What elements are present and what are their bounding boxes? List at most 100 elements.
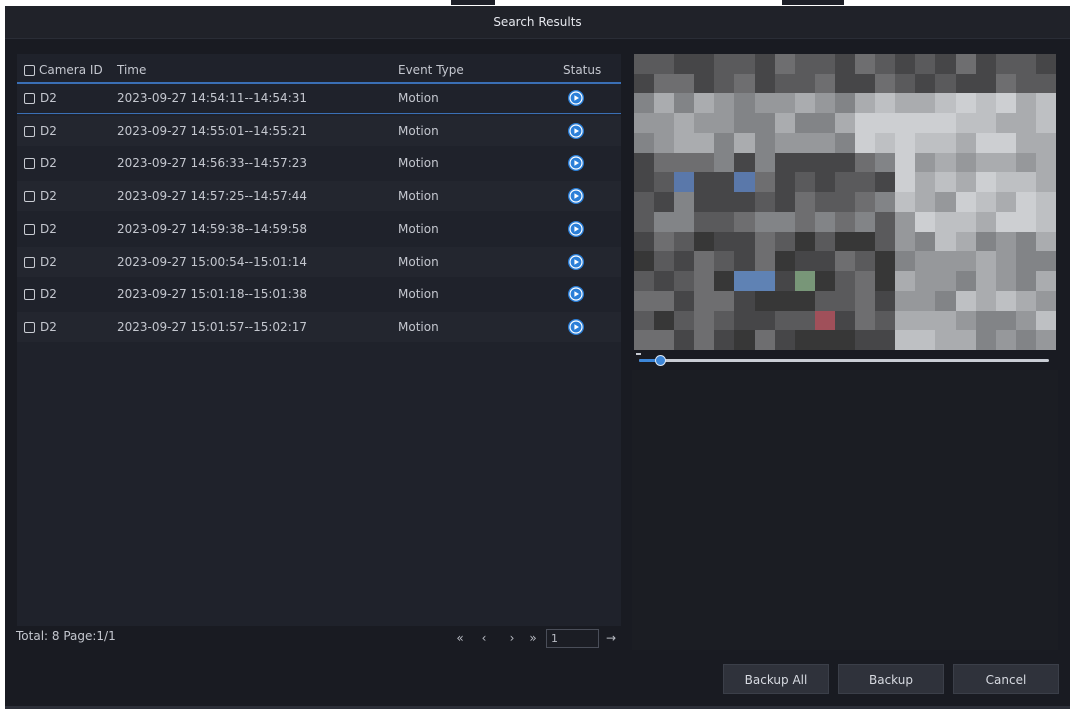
preview-pixel [995,310,1017,331]
row-checkbox[interactable] [24,256,35,268]
preview-pixel [875,330,896,350]
preview-pixel [714,132,736,154]
preview-pixel [935,152,957,173]
row-checkbox[interactable] [24,93,35,104]
preview-pixel [634,132,655,154]
select-all-checkbox[interactable] [24,65,35,76]
preview-pixel [734,172,756,193]
preview-pixel [935,330,957,350]
table-row[interactable]: D2 2023-09-27 14:57:25--14:57:44 Motion [17,181,621,212]
row-checkbox[interactable] [24,223,35,235]
preview-pixel [834,231,856,252]
preview-pixel [714,271,736,292]
play-icon[interactable] [568,220,584,237]
preview-pixel [895,73,916,95]
play-icon[interactable] [568,253,584,270]
preview-pixel [955,73,977,95]
preview-pixel [794,211,816,233]
preview-pixel [794,113,816,134]
background-tab [782,0,844,5]
preview-pixel [734,290,756,312]
preview-pixel [1035,73,1056,95]
preview-pixel [734,211,756,233]
header-status: Status [563,63,602,77]
background-tab [451,0,495,5]
backup-button[interactable]: Backup [838,664,944,694]
playback-slider-handle[interactable] [654,355,666,366]
preview-pixel [855,290,876,312]
preview-pixel [654,54,675,75]
play-icon[interactable] [568,122,584,139]
preview-pixel [734,113,756,134]
preview-pixel [814,251,836,272]
preview-pixel [975,73,997,95]
preview-pixel [674,93,695,114]
preview-pixel [814,211,836,233]
preview-pixel [794,54,816,75]
preview-pixel [674,132,695,154]
preview-pixel [694,211,715,233]
timeline-start-tick [636,353,641,355]
table-row[interactable]: D2 2023-09-27 15:00:54--15:01:14 Motion [17,246,621,277]
row-checkbox[interactable] [24,321,35,333]
preview-pixel [935,310,957,331]
table-row[interactable]: D2 2023-09-27 15:01:18--15:01:38 Motion [17,279,621,309]
preview-pixel [774,330,796,350]
preview-pixel [634,231,655,252]
preview-pixel [654,172,675,193]
table-row[interactable]: D2 2023-09-27 14:54:11--14:54:31 Motion [17,83,621,114]
pager-summary: Total: 8 Page:1/1 [16,629,116,643]
preview-pixel [915,290,937,312]
preview-pixel [1035,172,1056,193]
cell-time: 2023-09-27 15:01:18--15:01:38 [117,287,308,302]
play-icon[interactable] [568,286,584,303]
table-row[interactable]: D2 2023-09-27 15:01:57--15:02:17 Motion [17,311,621,342]
preview-pixel [875,231,896,252]
preview-pixel [895,271,916,292]
preview-pixel [915,132,937,154]
preview-pixel [634,54,655,75]
preview-pixel [875,93,896,114]
row-checkbox[interactable] [24,125,35,137]
play-icon[interactable] [568,188,584,205]
preview-pixel [794,310,816,331]
preview-pixel [935,132,957,154]
preview-pixel [654,271,675,292]
preview-pixel [794,251,816,272]
row-checkbox[interactable] [24,158,35,170]
play-icon[interactable] [568,155,584,172]
preview-pixel [935,73,957,95]
preview-pixel [995,132,1017,154]
preview-pixel [754,231,776,252]
backup-all-button[interactable]: Backup All [723,664,829,694]
play-icon[interactable] [568,318,584,335]
row-checkbox[interactable] [24,289,35,301]
preview-pixel [895,211,916,233]
preview-pixel [875,54,896,75]
go-to-page-button[interactable]: → [604,628,618,648]
prev-page-button[interactable]: ‹ [479,628,489,648]
table-row[interactable]: D2 2023-09-27 14:56:33--14:57:23 Motion [17,148,621,178]
page-number-input[interactable] [546,629,599,648]
cancel-button[interactable]: Cancel [953,664,1059,694]
preview-pixel [1035,330,1056,350]
preview-pixel [774,211,796,233]
preview-pixel [774,271,796,292]
first-page-button[interactable]: « [453,628,467,648]
playback-timeline[interactable] [639,355,1049,366]
last-page-button[interactable]: » [526,628,540,648]
preview-pixel [855,152,876,173]
table-row[interactable]: D2 2023-09-27 14:59:38--14:59:58 Motion [17,214,621,244]
preview-pixel [714,93,736,114]
preview-pixel [875,113,896,134]
preview-pixel [754,113,776,134]
preview-pixel [734,192,756,213]
row-checkbox[interactable] [24,191,35,203]
dialog-title: Search Results [493,15,582,29]
play-icon[interactable] [568,90,584,106]
preview-pixel [915,113,937,134]
preview-pixel [674,73,695,95]
table-row[interactable]: D2 2023-09-27 14:55:01--14:55:21 Motion [17,115,621,146]
next-page-button[interactable]: › [507,628,517,648]
video-preview[interactable] [634,54,1056,350]
